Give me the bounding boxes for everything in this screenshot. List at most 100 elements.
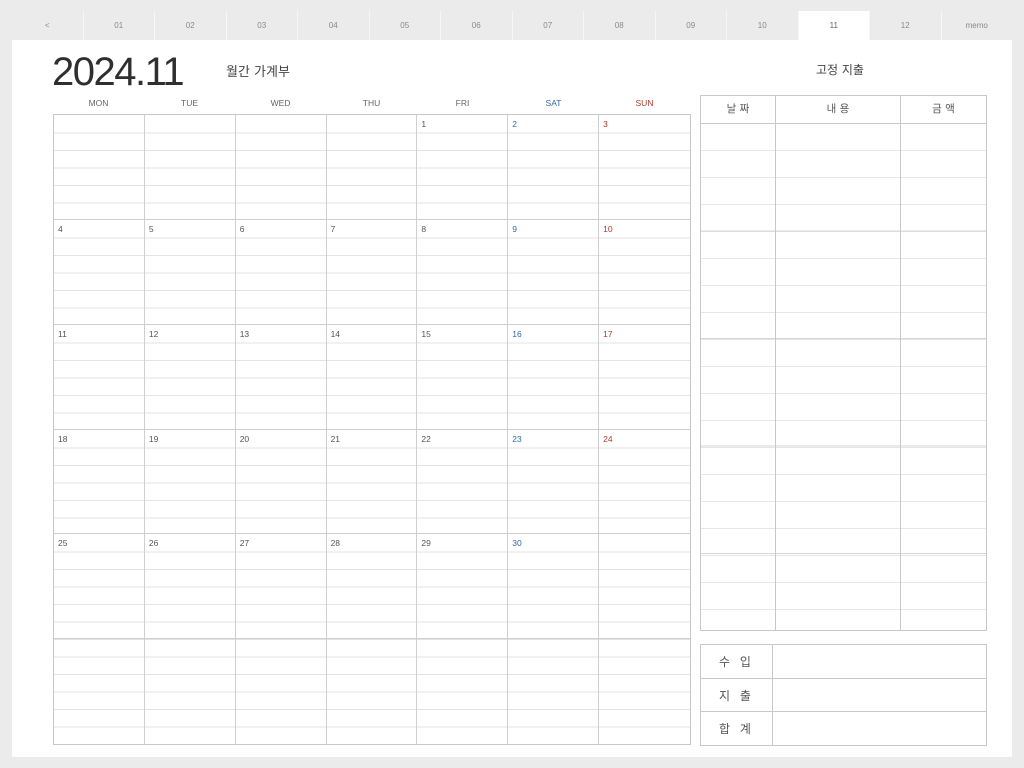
day-number: 29 xyxy=(421,538,431,549)
total-label: 합 계 xyxy=(701,712,773,746)
calendar-day-cell[interactable]: 1 xyxy=(417,115,509,220)
content-column[interactable] xyxy=(776,124,901,630)
calendar-day-cell[interactable]: 16 xyxy=(508,324,600,430)
calendar-day-cell[interactable]: 9 xyxy=(508,219,600,325)
calendar-day-cell[interactable] xyxy=(417,639,509,744)
tab-05[interactable]: 05 xyxy=(369,11,441,40)
tab-memo[interactable]: memo xyxy=(941,11,1012,40)
date-column[interactable] xyxy=(701,124,776,630)
weekday-header: MON TUE WED THU FRI SAT SUN xyxy=(53,98,690,112)
tab-back[interactable]: < xyxy=(12,11,84,40)
calendar-day-cell[interactable] xyxy=(599,534,690,640)
day-number: 20 xyxy=(239,433,250,444)
calendar-day-cell[interactable] xyxy=(235,115,327,220)
calendar-day-cell[interactable]: 23 xyxy=(508,429,600,535)
calendar-day-cell[interactable]: 27 xyxy=(235,534,327,640)
calendar-day-cell[interactable]: 11 xyxy=(54,324,145,430)
day-number: 27 xyxy=(239,538,250,549)
calendar-day-cell[interactable]: 22 xyxy=(417,429,509,535)
tab-02[interactable]: 02 xyxy=(155,11,227,40)
column-header-content: 내 용 xyxy=(776,96,901,123)
weekday-sat: SAT xyxy=(545,98,562,108)
calendar-day-cell[interactable]: 17 xyxy=(599,324,690,430)
day-number: 13 xyxy=(239,328,250,339)
calendar-day-cell[interactable]: 12 xyxy=(144,324,236,430)
day-number: 25 xyxy=(58,538,68,549)
day-number: 28 xyxy=(330,538,341,549)
day-number: 24 xyxy=(603,433,613,444)
income-value[interactable] xyxy=(773,645,986,678)
tab-10[interactable]: 10 xyxy=(727,11,799,40)
day-number: 15 xyxy=(421,328,431,339)
total-value[interactable] xyxy=(773,712,986,745)
calendar-day-cell[interactable]: 10 xyxy=(599,219,690,325)
fixed-expense-body[interactable] xyxy=(701,124,986,630)
calendar-day-cell[interactable]: 18 xyxy=(54,429,145,535)
calendar-day-cell[interactable]: 15 xyxy=(417,324,509,430)
tab-04[interactable]: 04 xyxy=(298,11,370,40)
day-number: 10 xyxy=(603,223,613,234)
calendar-day-cell[interactable]: 5 xyxy=(144,219,236,325)
day-number: 6 xyxy=(239,223,245,234)
weekday-fri: FRI xyxy=(455,98,470,108)
calendar-day-cell[interactable] xyxy=(326,639,418,744)
summary-table: 수 입 지 출 합 계 xyxy=(700,644,987,746)
calendar-day-cell[interactable]: 2 xyxy=(508,115,600,220)
tab-08[interactable]: 08 xyxy=(584,11,656,40)
day-number: 8 xyxy=(421,223,427,234)
summary-row-income: 수 입 xyxy=(701,645,986,679)
calendar-day-cell[interactable] xyxy=(54,639,145,744)
calendar-day-cell[interactable] xyxy=(144,115,236,220)
day-number: 4 xyxy=(58,223,63,234)
day-number: 2 xyxy=(512,119,518,129)
calendar-day-cell[interactable] xyxy=(235,639,327,744)
weekday-thu: THU xyxy=(362,98,381,108)
calendar-day-cell[interactable]: 20 xyxy=(235,429,327,535)
fixed-expense-header-row: 날 짜 내 용 금 액 xyxy=(701,96,986,124)
calendar-day-cell[interactable]: 24 xyxy=(599,429,690,535)
page-title-year-month: 2024.11 xyxy=(52,50,185,94)
day-number: 21 xyxy=(330,433,341,444)
calendar-day-cell[interactable] xyxy=(599,639,690,744)
column-header-amount: 금 액 xyxy=(932,103,955,115)
calendar-day-cell[interactable]: 13 xyxy=(235,324,327,430)
summary-row-total: 합 계 xyxy=(701,712,986,746)
expense-label: 지 출 xyxy=(701,678,773,712)
day-number: 23 xyxy=(512,433,522,444)
calendar-day-cell[interactable] xyxy=(144,639,236,744)
calendar-day-cell[interactable]: 29 xyxy=(417,534,509,640)
calendar-day-cell[interactable]: 8 xyxy=(417,219,509,325)
weekday-sun: SUN xyxy=(635,98,654,108)
day-number: 19 xyxy=(148,433,159,444)
calendar-day-cell[interactable]: 7 xyxy=(326,219,418,325)
calendar-day-cell[interactable]: 25 xyxy=(54,534,145,640)
day-number: 17 xyxy=(603,328,613,339)
calendar-day-cell[interactable] xyxy=(326,115,418,220)
calendar-day-cell[interactable] xyxy=(54,115,145,220)
tab-09[interactable]: 09 xyxy=(655,11,727,40)
calendar-day-cell[interactable]: 3 xyxy=(599,115,690,220)
expense-value[interactable] xyxy=(773,679,986,712)
calendar-day-cell[interactable]: 21 xyxy=(326,429,418,535)
tab-12[interactable]: 12 xyxy=(870,11,942,40)
day-number: 1 xyxy=(421,119,427,129)
calendar-day-cell[interactable]: 4 xyxy=(54,219,145,325)
calendar-day-cell[interactable]: 14 xyxy=(326,324,418,430)
calendar-day-cell[interactable]: 19 xyxy=(144,429,236,535)
day-number: 11 xyxy=(58,328,67,339)
calendar-day-cell[interactable] xyxy=(508,639,600,744)
calendar-day-cell[interactable]: 6 xyxy=(235,219,327,325)
calendar-day-cell[interactable]: 30 xyxy=(508,534,600,640)
income-label: 수 입 xyxy=(701,645,773,678)
tab-11[interactable]: 11 xyxy=(798,11,870,40)
tab-01[interactable]: 01 xyxy=(83,11,155,40)
day-number: 22 xyxy=(421,433,431,444)
day-number: 26 xyxy=(148,538,159,549)
amount-column[interactable] xyxy=(901,124,986,630)
weekday-mon: MON xyxy=(88,98,109,108)
calendar-day-cell[interactable]: 26 xyxy=(144,534,236,640)
tab-06[interactable]: 06 xyxy=(441,11,513,40)
tab-07[interactable]: 07 xyxy=(512,11,584,40)
tab-03[interactable]: 03 xyxy=(226,11,298,40)
calendar-day-cell[interactable]: 28 xyxy=(326,534,418,640)
